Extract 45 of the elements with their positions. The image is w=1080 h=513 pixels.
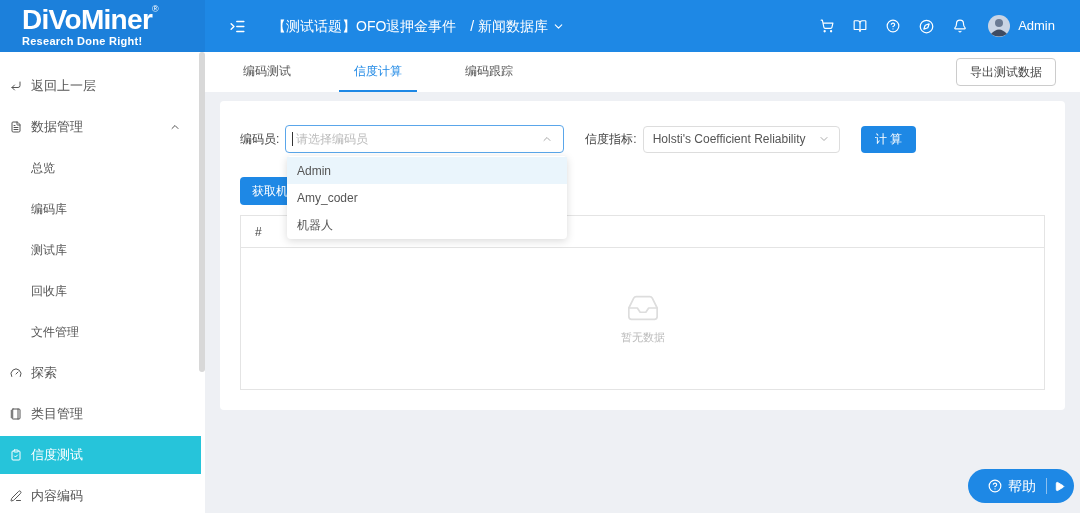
sidebar-item[interactable]: 数据管理 [0,108,201,146]
tab[interactable]: 编码测试 [228,52,306,92]
play-icon [1054,480,1065,492]
clipboard-icon [10,449,22,461]
sidebar-item[interactable]: 类目管理 [0,395,201,433]
tab[interactable]: 信度计算 [339,52,417,92]
sidebar-subitem[interactable]: 编码库 [0,190,201,228]
project-title[interactable]: 【测试话题】OFO退押金事件 [272,15,457,37]
book-icon[interactable] [853,19,868,33]
coder-select[interactable]: 请选择编码员 [285,125,565,153]
dropdown-option[interactable]: Admin [287,157,567,184]
tab[interactable]: 编码跟踪 [450,52,528,92]
logo-name: DiVoMiner [22,4,153,35]
help-button[interactable]: 帮助 [968,469,1074,503]
metric-select[interactable]: Holsti's Coefficient Reliability [642,125,840,153]
sidebar-subitem[interactable]: 回收库 [0,272,201,310]
gauge-icon [10,367,22,379]
notebook-icon [10,408,22,420]
sidebar-subitem[interactable]: 总览 [0,149,201,187]
column-header: # [255,223,262,241]
avatar-icon[interactable] [988,15,1011,37]
coder-label: 编码员: [240,131,280,148]
sidebar-subitem[interactable]: 测试库 [0,231,201,269]
return-icon [10,80,22,92]
sidebar-subitem[interactable]: 文件管理 [0,313,201,351]
help-icon[interactable] [886,19,901,33]
document-icon [10,121,22,133]
coder-input[interactable]: 请选择编码员 [296,130,542,148]
question-icon [988,479,1002,493]
sidebar-item[interactable]: 探索 [0,354,201,392]
bell-icon[interactable] [953,19,968,33]
sidebar-item[interactable]: 返回上一层 [0,67,201,105]
cart-icon[interactable] [820,19,835,33]
registered-mark: ® [152,4,159,14]
database-title[interactable]: / 新闻数据库 [470,15,549,37]
export-button[interactable]: 导出测试数据 [956,58,1056,86]
compass-icon[interactable] [919,18,935,34]
sidebar-item[interactable]: 内容编码 [0,477,201,513]
metric-label: 信度指标: [585,131,637,148]
logo-tagline: Research Done Right! [22,34,144,48]
dropdown-option[interactable]: 机器人 [287,211,567,238]
compute-button[interactable]: 计 算 [860,125,916,153]
pen-icon [10,490,22,502]
user-name[interactable]: Admin [1018,16,1055,36]
empty-text: 暂无数据 [620,330,665,346]
